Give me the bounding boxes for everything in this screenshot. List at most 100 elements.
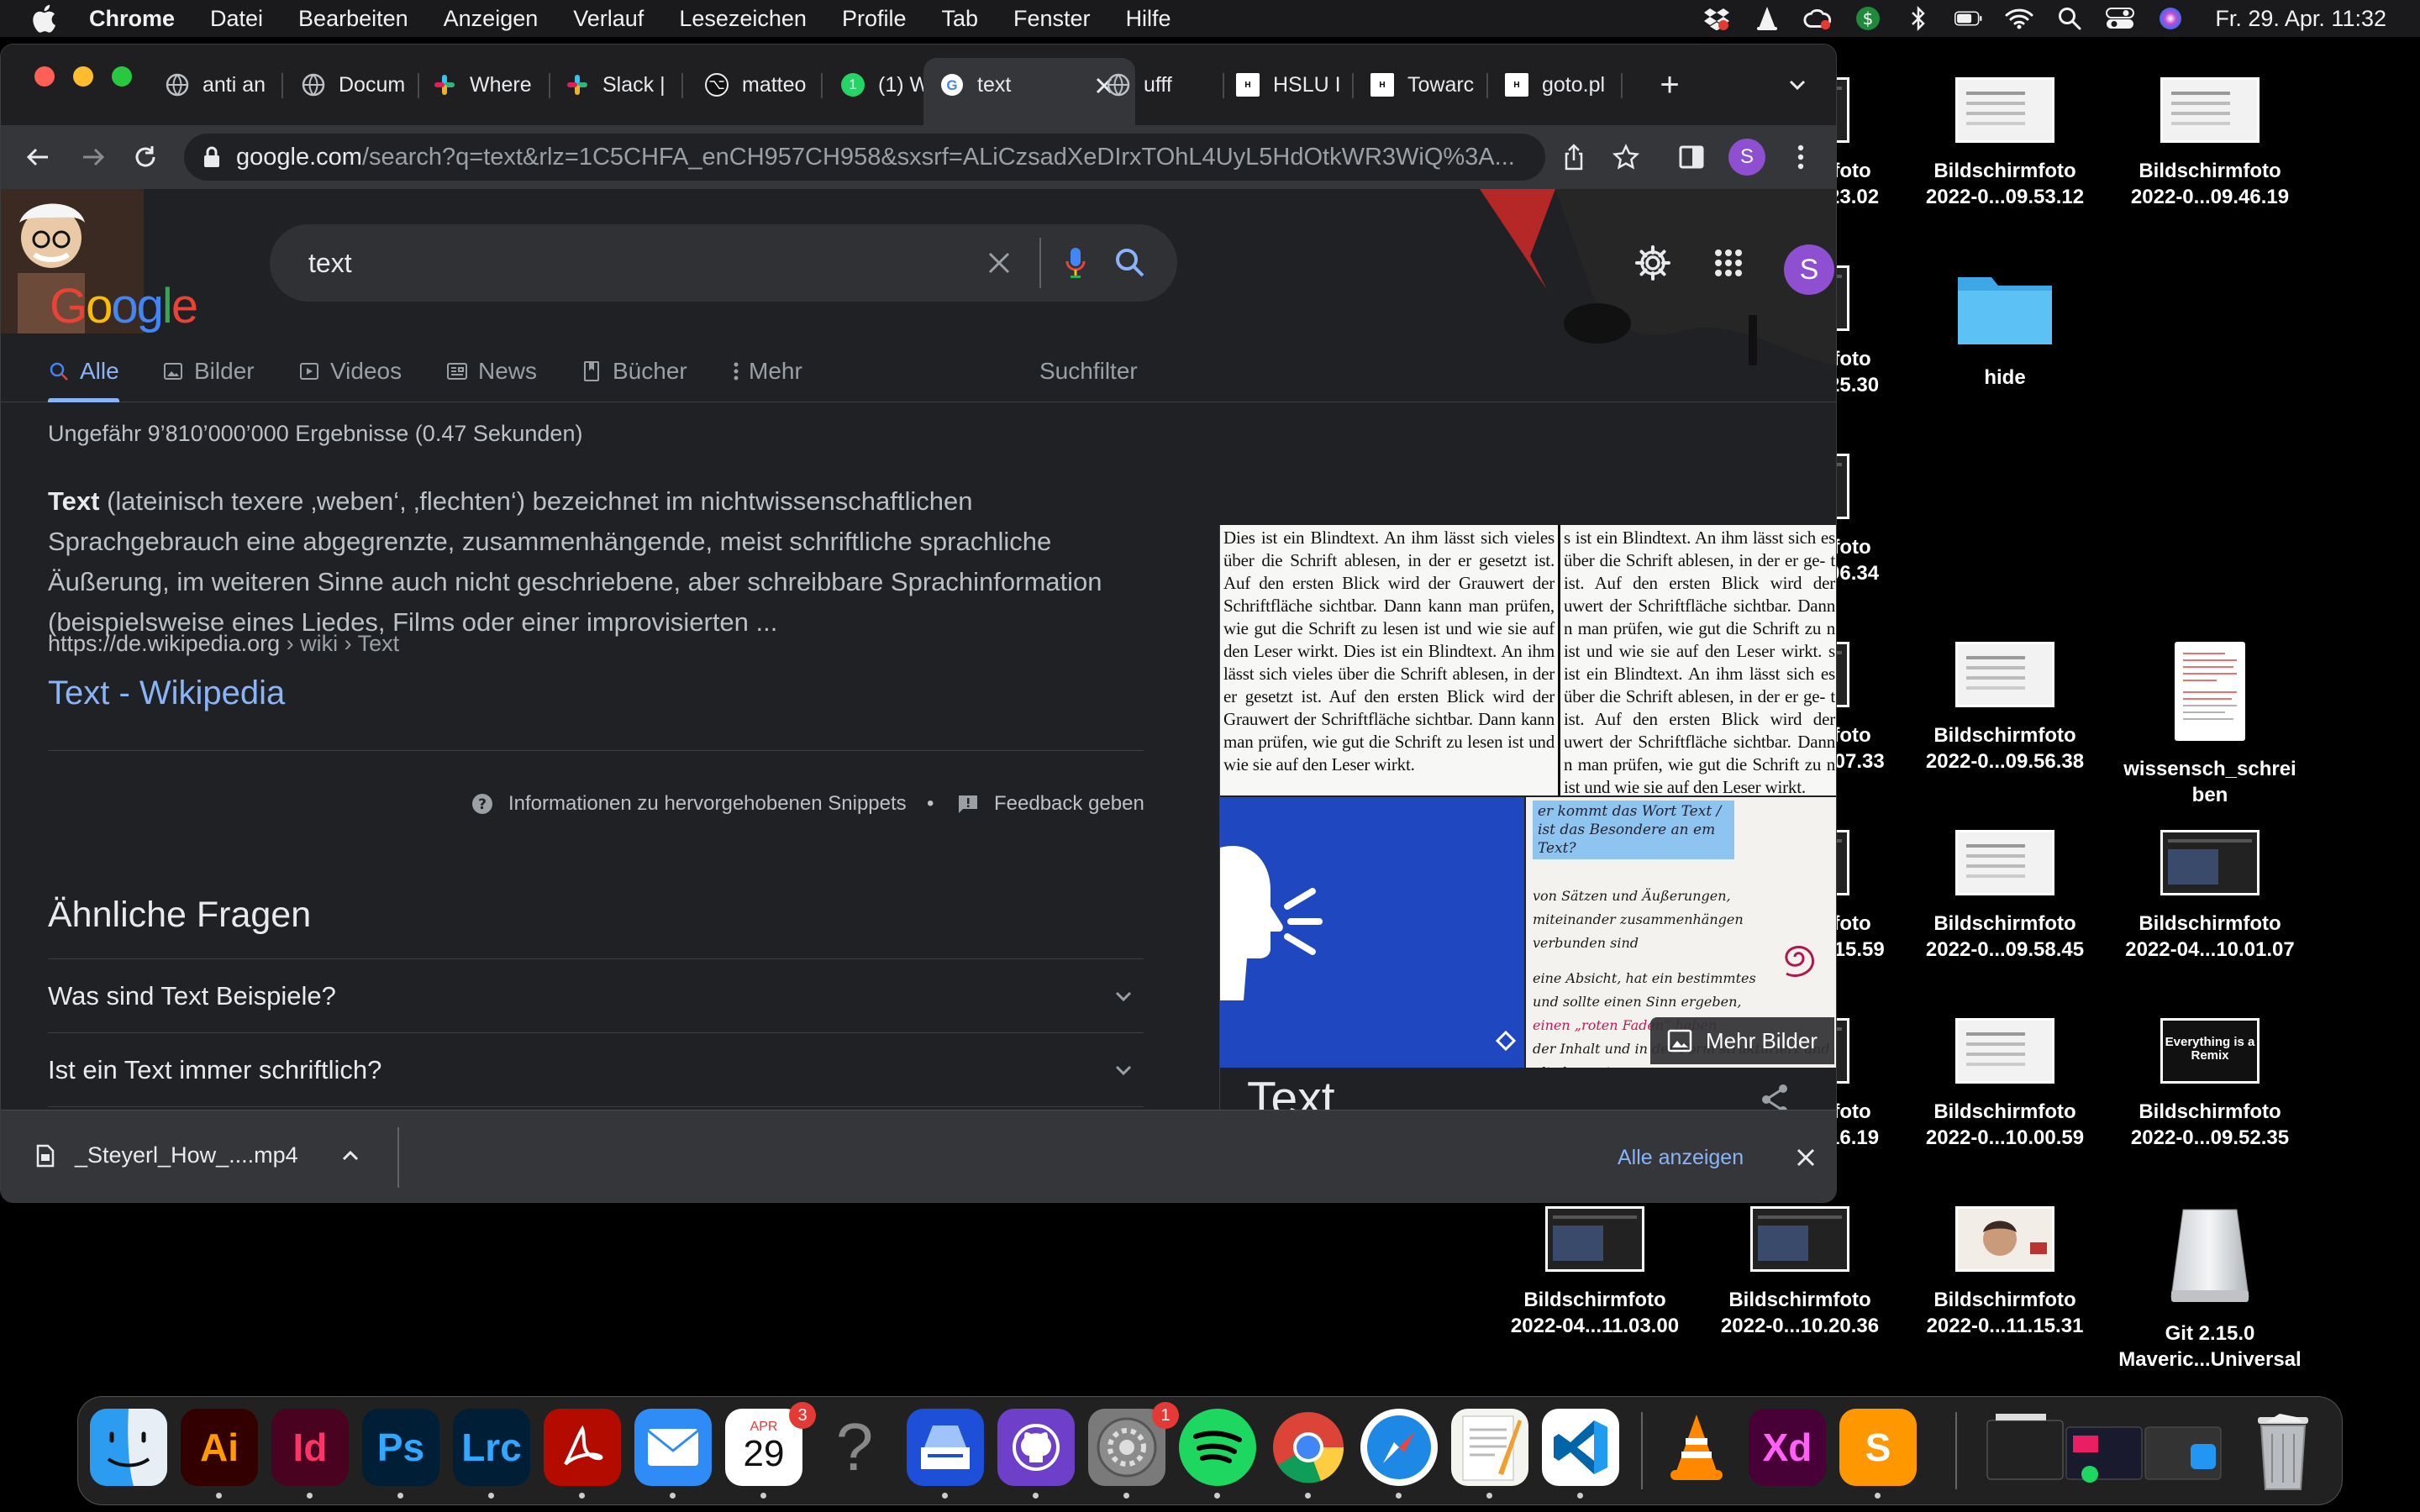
- desktop-item[interactable]: Bildschirmfoto 2022-0...09.56.38: [1904, 642, 2106, 774]
- menu-profile[interactable]: Profile: [842, 6, 907, 32]
- download-item[interactable]: _Steyerl_How_....mp4: [36, 1142, 360, 1168]
- apple-menu-icon[interactable]: [29, 3, 59, 34]
- siri-icon[interactable]: [2156, 6, 2185, 31]
- feedback-link[interactable]: Feedback geben: [957, 792, 1144, 816]
- desktop-item[interactable]: hide: [1904, 265, 2106, 391]
- spotlight-search-icon[interactable]: [2055, 6, 2084, 31]
- trash-icon[interactable]: [2244, 1405, 2322, 1498]
- show-all-downloads-button[interactable]: Alle anzeigen: [1618, 1146, 1744, 1170]
- calendar-icon[interactable]: APR 29 3: [725, 1402, 816, 1486]
- textedit-icon[interactable]: [1451, 1409, 1528, 1486]
- help-icon[interactable]: ?: [816, 1409, 893, 1486]
- safari-icon[interactable]: [1360, 1409, 1438, 1486]
- dock-recent-stack-icon[interactable]: [1979, 1405, 2231, 1498]
- desktop-item[interactable]: Bildschirmfoto 2022-0...09.58.45: [1904, 830, 2106, 963]
- dropbox-icon[interactable]: [1702, 6, 1731, 31]
- related-question-2[interactable]: Ist ein Text immer schriftlich?: [48, 1032, 1144, 1106]
- desktop-item[interactable]: Bildschirmfoto 2022-04...11.03.00: [1494, 1206, 1696, 1339]
- tab-bilder[interactable]: Bilder: [162, 340, 255, 402]
- more-images-button[interactable]: Mehr Bilder: [1650, 1017, 1834, 1064]
- google-apps-grid-icon[interactable]: [1707, 241, 1750, 285]
- tab-matteo[interactable]: ⌥ matteo: [705, 58, 823, 112]
- settings-gear-icon[interactable]: [1631, 241, 1675, 285]
- github-desktop-icon[interactable]: [997, 1409, 1075, 1486]
- zoom-window-button[interactable]: [112, 66, 132, 87]
- chevron-up-icon[interactable]: [340, 1146, 360, 1166]
- dollar-icon[interactable]: $: [1854, 6, 1882, 31]
- reload-button[interactable]: [129, 140, 162, 174]
- acrobat-icon[interactable]: [544, 1409, 621, 1486]
- menu-lesezeichen[interactable]: Lesezeichen: [679, 6, 807, 32]
- finder-icon[interactable]: [90, 1409, 167, 1486]
- chrome-menu-icon[interactable]: [1784, 140, 1818, 174]
- search-filter-button[interactable]: Suchfilter: [1039, 340, 1138, 402]
- vlc-icon[interactable]: [1753, 6, 1781, 31]
- desktop-item[interactable]: Bildschirmfoto 2022-0...09.46.19: [2109, 77, 2311, 210]
- battery-icon[interactable]: [1954, 6, 1983, 31]
- tab-hslu-i[interactable]: H HSLU I: [1236, 58, 1354, 112]
- desktop-item[interactable]: Bildschirmfoto 2022-0...10.20.36: [1699, 1206, 1901, 1339]
- tab-search-chevron-icon[interactable]: [1786, 73, 1809, 101]
- tab-docum[interactable]: Docum: [302, 58, 419, 112]
- result-citation[interactable]: https://de.wikipedia.org › wiki › Text: [48, 631, 399, 657]
- mail-icon[interactable]: [634, 1409, 712, 1486]
- snippet-info-link[interactable]: ? Informationen zu hervorgehobenen Snipp…: [471, 792, 907, 816]
- search-box[interactable]: text: [270, 224, 1177, 302]
- related-question-1[interactable]: Was sind Text Beispiele?: [48, 958, 1144, 1032]
- menu-fenster[interactable]: Fenster: [1013, 6, 1091, 32]
- wifi-icon[interactable]: [2005, 6, 2033, 31]
- google-account-avatar[interactable]: S: [1784, 244, 1834, 295]
- result-title-link[interactable]: Text - Wikipedia: [48, 675, 285, 712]
- menu-anzeigen[interactable]: Anzeigen: [444, 6, 539, 32]
- menu-hilfe[interactable]: Hilfe: [1126, 6, 1171, 32]
- photoshop-icon[interactable]: Ps: [362, 1409, 439, 1486]
- forward-button[interactable]: [76, 140, 110, 174]
- new-tab-button[interactable]: +: [1653, 66, 1686, 103]
- tab-ufff[interactable]: ufff: [1107, 58, 1224, 112]
- tab-alle[interactable]: Alle: [48, 340, 119, 402]
- desktop-item[interactable]: Git 2.15.0 Maveric...Universal: [2109, 1206, 2311, 1373]
- indesign-icon[interactable]: Id: [271, 1409, 349, 1486]
- xd-icon[interactable]: Xd: [1749, 1409, 1826, 1486]
- tab-news[interactable]: News: [446, 340, 537, 402]
- tab-anti-an[interactable]: anti an: [166, 58, 283, 112]
- desktop-item[interactable]: Bildschirmfoto 2022-04...10.01.07: [2109, 830, 2311, 963]
- preview-scanner-icon[interactable]: [907, 1409, 984, 1486]
- side-panel-icon[interactable]: [1675, 140, 1708, 174]
- chrome-icon[interactable]: [1270, 1409, 1347, 1486]
- bluetooth-icon[interactable]: [1904, 6, 1933, 31]
- desktop-item[interactable]: Bildschirmfoto 2022-0...10.00.59: [1904, 1018, 2106, 1151]
- speech-image[interactable]: [1220, 797, 1524, 1068]
- creative-cloud-icon[interactable]: [1803, 6, 1832, 31]
- vlc-icon[interactable]: [1658, 1409, 1735, 1486]
- close-download-bar-icon[interactable]: [1796, 1147, 1816, 1172]
- share-icon[interactable]: [1760, 1083, 1790, 1110]
- tab-videos[interactable]: Videos: [298, 340, 402, 402]
- back-button[interactable]: [21, 140, 55, 174]
- share-icon[interactable]: [1557, 140, 1591, 174]
- menu-datei[interactable]: Datei: [210, 6, 263, 32]
- menu-bearbeiten[interactable]: Bearbeiten: [298, 6, 408, 32]
- tab-towarc[interactable]: H Towarc: [1370, 58, 1488, 112]
- control-center-icon[interactable]: [2106, 6, 2135, 31]
- desktop-item[interactable]: Bildschirmfoto 2022-0...11.15.31: [1904, 1206, 2106, 1339]
- tab-slack[interactable]: Slack |: [566, 58, 683, 112]
- google-doodle-logo[interactable]: Google: [1, 189, 211, 333]
- desktop-item[interactable]: wissensch_schrei ben: [2109, 642, 2311, 808]
- blindtext-image-left[interactable]: Dies ist ein Blindtext. An ihm lässt sic…: [1220, 525, 1558, 795]
- minimize-window-button[interactable]: [73, 66, 93, 87]
- lightroom-classic-icon[interactable]: Lrc: [453, 1409, 530, 1486]
- chrome-profile-avatar[interactable]: S: [1728, 139, 1765, 176]
- sublime-text-icon[interactable]: S: [1839, 1409, 1917, 1486]
- voice-search-icon[interactable]: [1065, 246, 1086, 280]
- close-window-button[interactable]: [34, 66, 55, 87]
- tab-where[interactable]: Where: [433, 58, 550, 112]
- tab-mehr[interactable]: Mehr: [732, 340, 802, 402]
- vscode-icon[interactable]: [1542, 1409, 1619, 1486]
- menu-app-name[interactable]: Chrome: [89, 6, 175, 32]
- blindtext-image-right[interactable]: s ist ein Blindtext. An ihm lässt sich e…: [1560, 525, 1836, 795]
- tab-goto-pl[interactable]: Hgoto.pl: [1505, 58, 1623, 112]
- spotify-icon[interactable]: [1179, 1409, 1256, 1486]
- lock-icon[interactable]: [203, 146, 221, 168]
- tab-buecher[interactable]: Bücher: [581, 340, 687, 402]
